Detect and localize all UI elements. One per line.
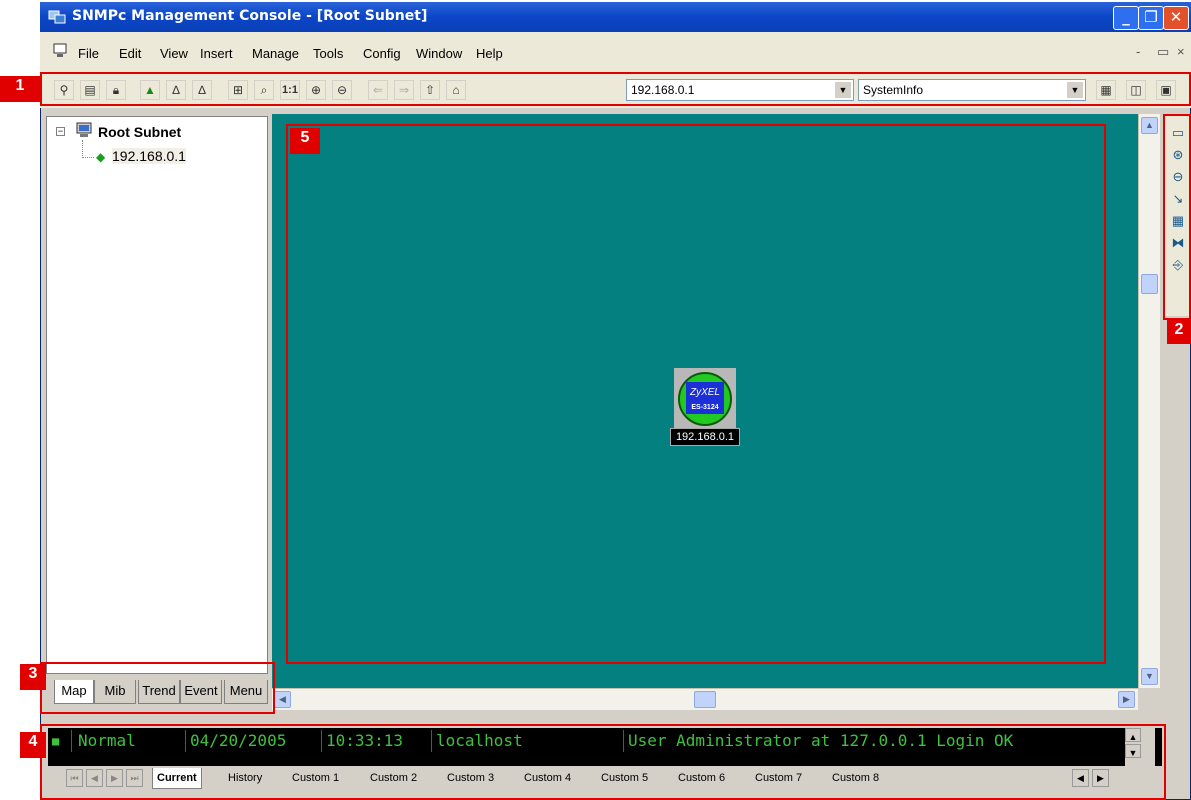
horizontal-scroll-thumb[interactable] [694, 691, 716, 708]
menu-file[interactable]: File [78, 46, 99, 61]
tree-connector [82, 157, 94, 158]
maximize-button[interactable]: ❐ [1138, 6, 1164, 30]
callout-box-palette [1163, 114, 1191, 320]
tree-device-node[interactable]: 192.168.0.1 [112, 148, 186, 164]
menu-view[interactable]: View [160, 46, 188, 61]
menu-insert[interactable]: Insert [200, 46, 233, 61]
scroll-down-button[interactable]: ▼ [1141, 668, 1158, 685]
title-bar[interactable]: SNMPc Management Console - [Root Subnet]… [40, 2, 1191, 32]
callout-box-events [40, 724, 1166, 800]
mdi-restore-button[interactable]: ▭ [1157, 44, 1169, 60]
menu-bar: File Edit View Insert Manage Tools Confi… [40, 32, 1191, 72]
callout-box-map [286, 124, 1106, 664]
menu-manage[interactable]: Manage [252, 46, 299, 61]
menu-config[interactable]: Config [363, 46, 401, 61]
vertical-scrollbar[interactable]: ▲ ▼ [1138, 114, 1160, 688]
app-icon [48, 10, 66, 24]
scroll-left-button[interactable]: ◀ [274, 691, 291, 708]
scroll-right-button[interactable]: ▶ [1118, 691, 1135, 708]
menu-edit[interactable]: Edit [119, 46, 141, 61]
callout-badge-3: 3 [20, 664, 46, 690]
tree-collapse-toggle[interactable]: − [56, 127, 65, 136]
subnet-icon [76, 122, 92, 137]
mdi-close-button[interactable]: × [1177, 44, 1185, 59]
callout-badge-5: 5 [290, 128, 320, 154]
menu-help[interactable]: Help [476, 46, 503, 61]
menu-window[interactable]: Window [416, 46, 462, 61]
vertical-scroll-thumb[interactable] [1141, 274, 1158, 294]
callout-badge-2: 2 [1167, 320, 1191, 344]
horizontal-scrollbar[interactable]: ◀ ▶ [272, 688, 1138, 710]
window-title: SNMPc Management Console - [Root Subnet] [72, 8, 428, 24]
tree-root-subnet[interactable]: Root Subnet [98, 124, 181, 140]
callout-badge-4: 4 [20, 732, 46, 758]
callout-badge-1: 1 [0, 76, 40, 102]
device-status-icon: ◆ [96, 150, 106, 164]
scroll-up-button[interactable]: ▲ [1141, 117, 1158, 134]
minimize-button[interactable]: _ [1113, 6, 1139, 30]
callout-box-toolbar [40, 72, 1191, 106]
mdi-minimize-button[interactable]: - [1136, 44, 1140, 59]
close-button[interactable]: ✕ [1163, 6, 1189, 30]
document-icon[interactable] [52, 43, 70, 59]
tree-panel[interactable] [46, 116, 268, 674]
tree-connector [82, 140, 83, 158]
callout-box-tabs [40, 662, 275, 714]
menu-tools[interactable]: Tools [313, 46, 343, 61]
